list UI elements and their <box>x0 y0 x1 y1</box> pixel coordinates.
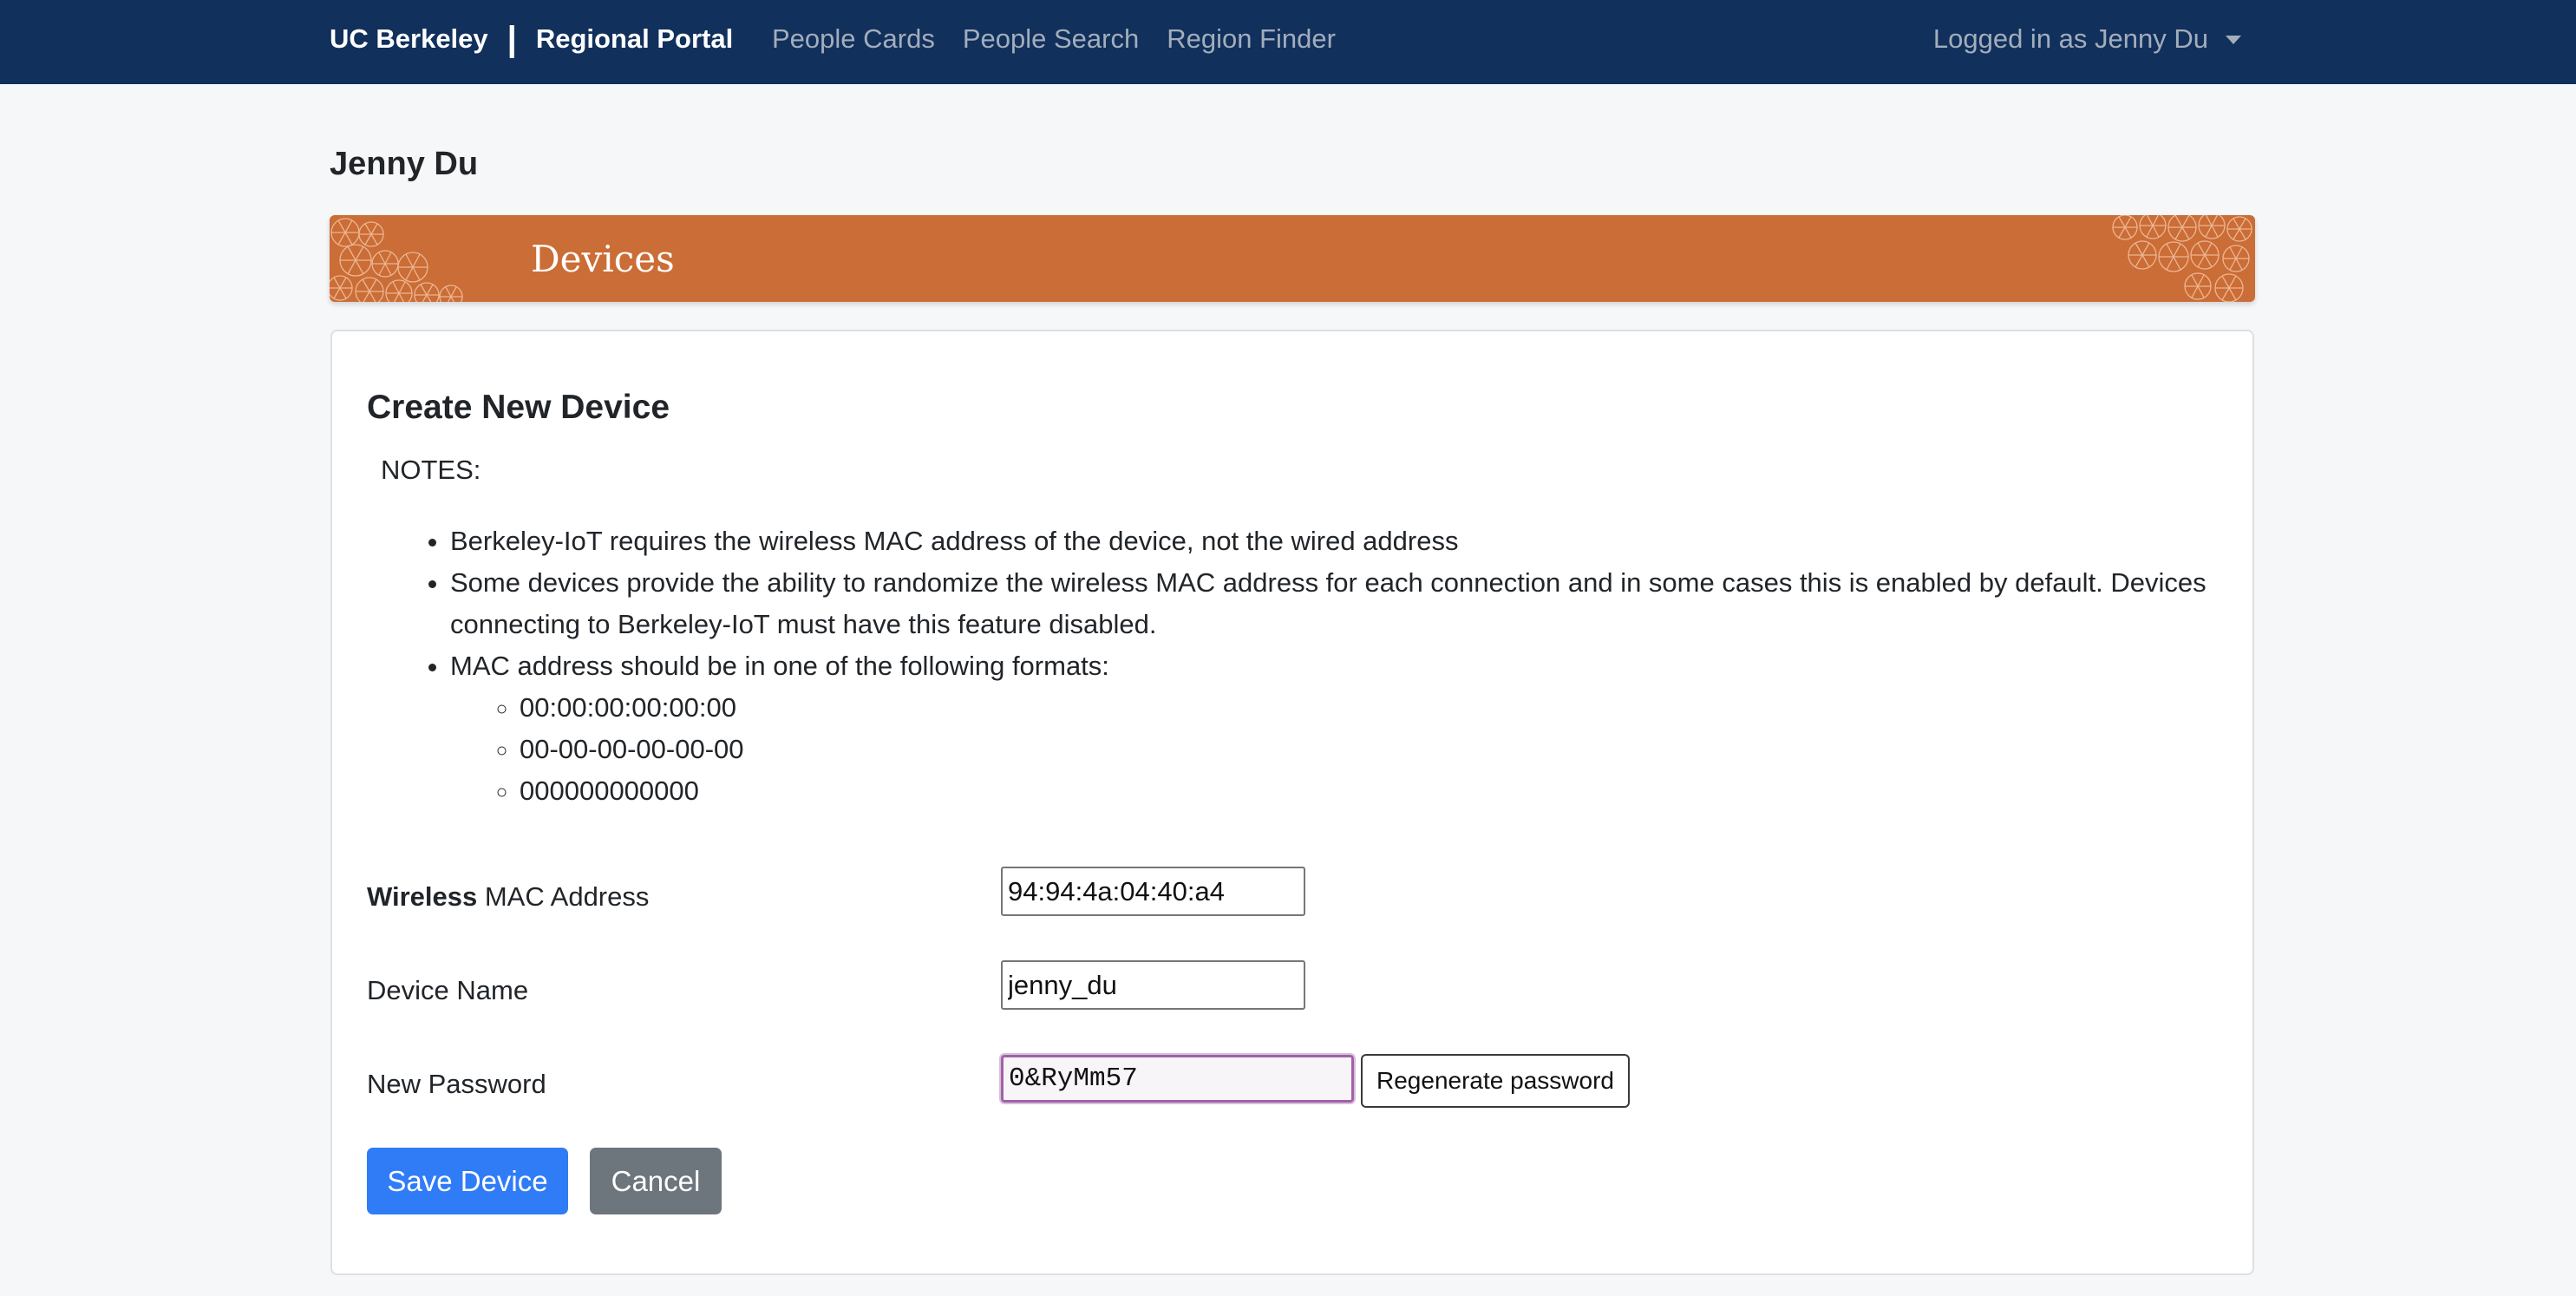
list-item-text: MAC address should be in one of the foll… <box>450 651 1109 681</box>
new-password-input[interactable] <box>999 1053 1356 1104</box>
mac-address-label: Wireless MAC Address <box>367 881 649 913</box>
page-title: Jenny Du <box>330 146 479 182</box>
cancel-button[interactable]: Cancel <box>590 1148 722 1214</box>
mac-label-bold: Wireless <box>367 881 478 912</box>
banner-pattern-right <box>2112 215 2252 302</box>
regenerate-password-button[interactable]: Regenerate password <box>1361 1054 1630 1108</box>
list-item: MAC address should be in one of the foll… <box>450 645 2220 812</box>
list-item: 000000000000 <box>520 770 2220 812</box>
banner-title: Devices <box>531 237 675 280</box>
create-device-card: Create New Device NOTES: Berkeley-IoT re… <box>330 330 2254 1275</box>
banner-pattern-left <box>330 218 463 302</box>
nav-links: People Cards People Search Region Finder <box>772 0 1336 78</box>
mac-label-rest: MAC Address <box>477 881 650 912</box>
top-navbar: UC Berkeley | Regional Portal People Car… <box>0 0 2576 84</box>
list-item: Berkeley-IoT requires the wireless MAC a… <box>450 520 2220 562</box>
new-password-label: New Password <box>367 1069 546 1099</box>
caret-down-icon <box>2226 36 2241 44</box>
mac-formats-list: 00:00:00:00:00:00 00-00-00-00-00-00 0000… <box>450 687 2220 812</box>
nav-link-people-cards[interactable]: People Cards <box>772 23 935 55</box>
brand-org: UC Berkeley <box>330 23 488 54</box>
notes-list: Berkeley-IoT requires the wireless MAC a… <box>381 520 2220 812</box>
list-item: 00-00-00-00-00-00 <box>520 729 2220 770</box>
nav-link-region-finder[interactable]: Region Finder <box>1167 23 1336 55</box>
mac-address-input[interactable] <box>1001 867 1305 916</box>
device-name-label: Device Name <box>367 975 529 1005</box>
user-menu-label: Logged in as Jenny Du <box>1932 23 2208 54</box>
brand[interactable]: UC Berkeley | Regional Portal <box>330 0 733 78</box>
brand-separator: | <box>507 20 517 58</box>
form-title: Create New Device <box>367 389 670 426</box>
list-item: 00:00:00:00:00:00 <box>520 687 2220 729</box>
save-device-button[interactable]: Save Device <box>367 1148 568 1214</box>
notes-label: NOTES: <box>381 455 481 485</box>
list-item: Some devices provide the ability to rand… <box>450 562 2220 645</box>
brand-app: Regional Portal <box>535 23 734 54</box>
nav-link-people-search[interactable]: People Search <box>963 23 1139 55</box>
device-name-input[interactable] <box>1001 960 1305 1010</box>
section-banner: Devices <box>330 215 2255 302</box>
user-menu-dropdown[interactable]: Logged in as Jenny Du <box>1933 0 2241 78</box>
